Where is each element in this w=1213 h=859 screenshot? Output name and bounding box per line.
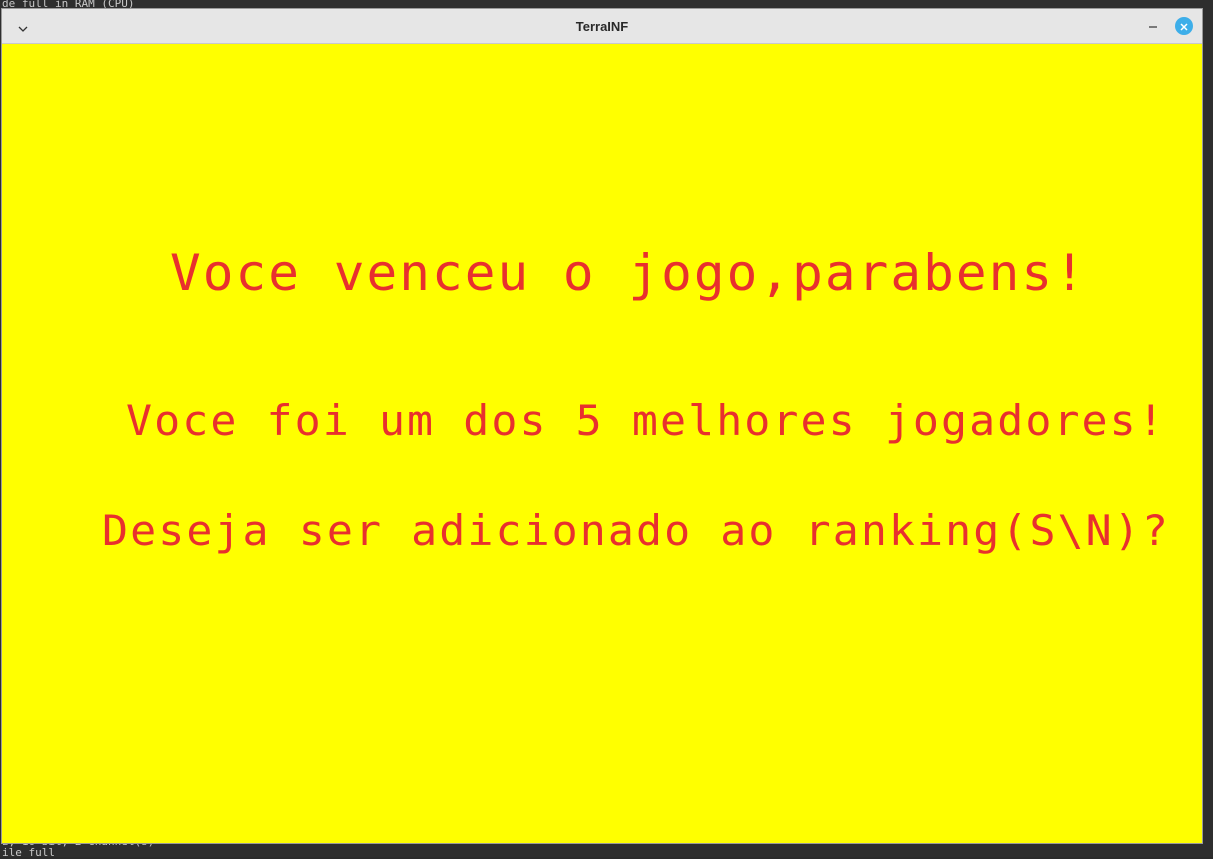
close-button[interactable] [1175, 17, 1193, 35]
minimize-icon [1147, 18, 1159, 37]
close-icon [1179, 17, 1189, 36]
terminal-line-bottom-2: ile full [2, 846, 55, 859]
window-titlebar[interactable]: TerraINF [2, 9, 1202, 44]
game-canvas: Voce venceu o jogo,parabens! Voce foi um… [2, 44, 1202, 843]
minimize-button[interactable] [1144, 18, 1162, 36]
ranking-prompt: Deseja ser adicionado ao ranking(S\N)? [102, 506, 1170, 555]
victory-message: Voce venceu o jogo,parabens! [170, 244, 1087, 302]
top-five-message: Voce foi um dos 5 melhores jogadores! [126, 396, 1166, 445]
window-title: TerraINF [575, 19, 629, 34]
game-window: TerraINF Voce venceu o jogo,parabens! Vo… [1, 8, 1203, 844]
